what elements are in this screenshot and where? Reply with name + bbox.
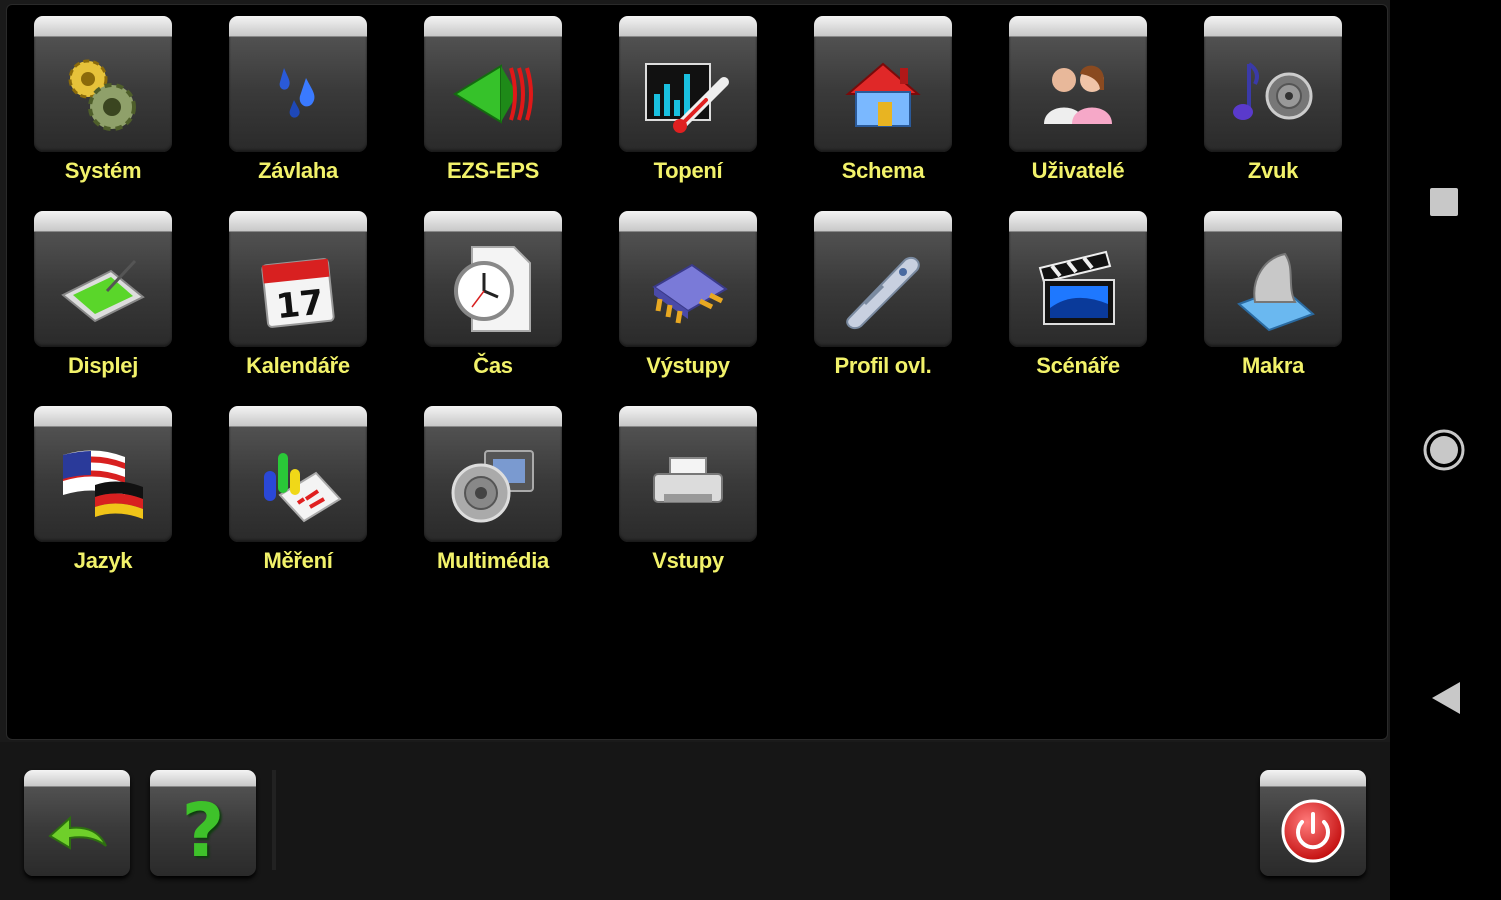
thermometer-chart-icon — [619, 36, 757, 152]
tile-house[interactable]: Schema — [814, 16, 952, 196]
tile-button[interactable] — [1009, 211, 1147, 347]
question-mark-icon: ? — [150, 786, 256, 876]
svg-text:17: 17 — [274, 283, 325, 328]
tile-calendar[interactable]: 17 Kalendáře — [229, 211, 367, 391]
chip-icon — [619, 231, 757, 347]
tile-remote-control[interactable]: Profil ovl. — [814, 211, 952, 391]
tile-button[interactable] — [1204, 16, 1342, 152]
tile-button[interactable] — [34, 406, 172, 542]
measurement-chart-icon — [229, 426, 367, 542]
script-scroll-icon — [1204, 231, 1342, 347]
remote-control-icon — [814, 231, 952, 347]
tile-water-drops[interactable]: Závlaha — [229, 16, 367, 196]
help-button[interactable]: ? — [150, 770, 256, 876]
square-icon — [1430, 188, 1458, 216]
tile-clock[interactable]: Čas — [424, 211, 562, 391]
tile-button[interactable] — [619, 16, 757, 152]
power-icon — [1260, 786, 1366, 876]
calendar-icon: 17 — [229, 231, 367, 347]
tile-label: Uživatelé — [1031, 158, 1125, 183]
flags-icon — [34, 426, 172, 542]
multimedia-speaker-icon — [424, 426, 562, 542]
tile-label: Čas — [473, 353, 513, 378]
tile-label: Zvuk — [1247, 158, 1299, 183]
tile-button[interactable] — [814, 211, 952, 347]
tile-label: Vstupy — [652, 548, 724, 573]
tile-label: Systém — [64, 158, 142, 183]
tile-label: Závlaha — [258, 158, 338, 183]
tile-label: Displej — [67, 353, 139, 378]
alarm-sensor-icon — [424, 36, 562, 152]
tile-label: Výstupy — [646, 353, 730, 378]
tile-printer-input[interactable]: Vstupy — [619, 406, 757, 586]
tile-tablet-pen[interactable]: Displej — [34, 211, 172, 391]
tile-flags[interactable]: Jazyk — [34, 406, 172, 586]
triangle-back-icon — [1432, 682, 1460, 714]
tile-button[interactable] — [424, 211, 562, 347]
tile-multimedia-speaker[interactable]: Multimédia — [424, 406, 562, 586]
tile-users[interactable]: Uživatelé — [1009, 16, 1147, 196]
tile-measurement-chart[interactable]: Měření — [229, 406, 367, 586]
tile-label: Makra — [1241, 353, 1305, 378]
recents-button[interactable] — [1430, 188, 1458, 216]
clock-icon — [424, 231, 562, 347]
tile-label: Topení — [653, 158, 723, 183]
help-glyph: ? — [181, 788, 225, 874]
tile-button[interactable] — [1204, 211, 1342, 347]
tile-label: Jazyk — [73, 548, 133, 573]
tile-button[interactable] — [229, 406, 367, 542]
users-icon — [1009, 36, 1147, 152]
tile-chip[interactable]: Výstupy — [619, 211, 757, 391]
tile-label: Scénáře — [1036, 353, 1120, 378]
home-button[interactable] — [1422, 428, 1466, 477]
tile-label: Kalendáře — [246, 353, 350, 378]
tile-button[interactable] — [424, 16, 562, 152]
tile-music-speaker[interactable]: Zvuk — [1204, 16, 1342, 196]
tile-button[interactable]: 17 — [229, 211, 367, 347]
nav-back-button[interactable] — [1430, 680, 1462, 721]
clapperboard-icon — [1009, 231, 1147, 347]
back-button[interactable] — [24, 770, 130, 876]
tile-thermometer-chart[interactable]: Topení — [619, 16, 757, 196]
tile-button[interactable] — [424, 406, 562, 542]
tile-button[interactable] — [619, 406, 757, 542]
power-button[interactable] — [1260, 770, 1366, 876]
tile-label: Měření — [263, 548, 333, 573]
gears-icon — [34, 36, 172, 152]
tile-gears[interactable]: Systém — [34, 16, 172, 196]
tile-label: Multimédia — [437, 548, 549, 573]
tile-clapperboard[interactable]: Scénáře — [1009, 211, 1147, 391]
tile-button[interactable] — [229, 16, 367, 152]
circle-icon — [1423, 429, 1465, 471]
tile-button[interactable] — [619, 211, 757, 347]
tile-alarm-sensor[interactable]: EZS-EPS — [424, 16, 562, 196]
tile-label: Profil ovl. — [834, 353, 932, 378]
tablet-pen-icon — [34, 231, 172, 347]
tile-button[interactable] — [34, 211, 172, 347]
water-drops-icon — [229, 36, 367, 152]
android-nav-bar — [1390, 0, 1501, 900]
back-arrow-icon — [24, 786, 130, 876]
toolbar-divider — [272, 770, 276, 870]
tile-label: EZS-EPS — [446, 158, 540, 183]
music-speaker-icon — [1204, 36, 1342, 152]
tile-button[interactable] — [34, 16, 172, 152]
house-icon — [814, 36, 952, 152]
tile-label: Schema — [841, 158, 925, 183]
tile-button[interactable] — [814, 16, 952, 152]
tile-script-scroll[interactable]: Makra — [1204, 211, 1342, 391]
tile-button[interactable] — [1009, 16, 1147, 152]
printer-input-icon — [619, 426, 757, 542]
